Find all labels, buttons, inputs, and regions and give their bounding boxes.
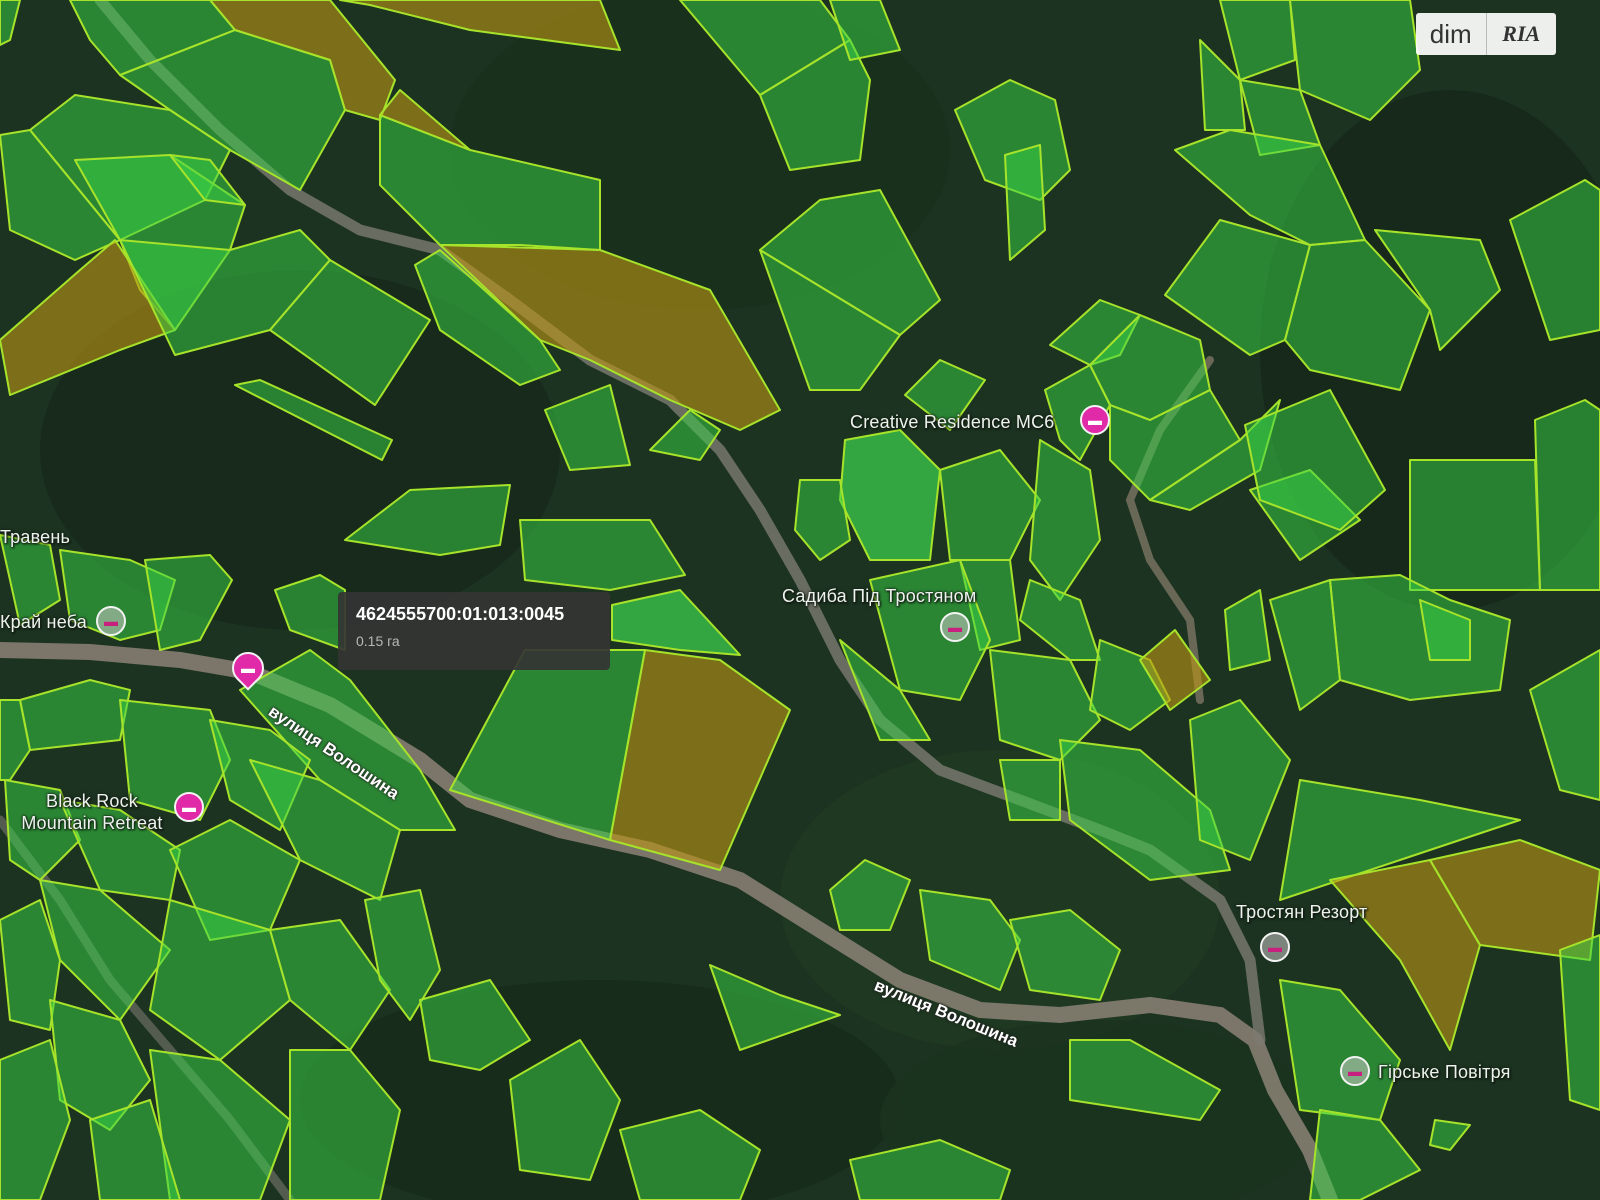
logo-ria-text: RIA bbox=[1502, 21, 1541, 46]
hotel-pin-krai-neba[interactable]: ▬ bbox=[96, 606, 126, 636]
dim-ria-logo: dim RIA bbox=[1416, 13, 1556, 55]
logo-dim-text: dim bbox=[1416, 13, 1487, 55]
parcel[interactable] bbox=[839, 429, 941, 561]
parcel[interactable] bbox=[0, 0, 21, 46]
place-label-travnen: Травень bbox=[0, 527, 71, 547]
parcel[interactable] bbox=[1004, 144, 1046, 261]
hotel-bed-icon: ▬ bbox=[1088, 412, 1102, 428]
parcel[interactable] bbox=[1309, 1109, 1421, 1200]
parcel[interactable] bbox=[144, 554, 233, 651]
parcel[interactable] bbox=[1279, 979, 1401, 1121]
hotel-pin-creative-residence[interactable]: ▬ bbox=[1080, 405, 1110, 435]
parcel[interactable] bbox=[1409, 459, 1541, 591]
parcel[interactable] bbox=[1219, 0, 1296, 81]
hotel-bed-icon: ▬ bbox=[104, 613, 118, 629]
hotel-bed-icon: ▬ bbox=[948, 619, 962, 635]
parcel[interactable] bbox=[1174, 129, 1366, 246]
parcel[interactable] bbox=[1559, 934, 1600, 1111]
parcel[interactable] bbox=[419, 979, 531, 1071]
parcel[interactable] bbox=[1529, 649, 1600, 801]
parcel[interactable] bbox=[1509, 179, 1600, 341]
parcel[interactable] bbox=[919, 889, 1021, 991]
parcel[interactable] bbox=[1189, 699, 1291, 861]
hotel-pin-hirske-povitria[interactable]: ▬ bbox=[1340, 1056, 1370, 1086]
parcel[interactable] bbox=[1069, 1039, 1221, 1121]
parcel[interactable] bbox=[339, 0, 621, 51]
parcel[interactable] bbox=[39, 879, 171, 1021]
parcel[interactable] bbox=[829, 859, 911, 931]
hotel-bed-icon: ▬ bbox=[241, 660, 255, 676]
hotel-pin-trostian-resort[interactable]: ▬ bbox=[1260, 932, 1290, 962]
parcel[interactable] bbox=[289, 1049, 401, 1200]
place-label-krai-neba: Край неба bbox=[0, 612, 88, 632]
parcel[interactable] bbox=[1009, 909, 1121, 1001]
parcel[interactable] bbox=[1429, 1119, 1471, 1151]
parcel[interactable] bbox=[619, 1109, 761, 1200]
place-label-sadyba: Садиба Під Тростяном bbox=[782, 586, 977, 606]
parcel[interactable] bbox=[794, 479, 851, 561]
hotel-bed-icon: ▬ bbox=[182, 799, 196, 815]
parcel-tooltip: 4624555700:01:013:0045 0.15 га bbox=[338, 592, 610, 670]
parcel[interactable] bbox=[19, 679, 131, 751]
place-label-creative-residence: Creative Residence MC6 bbox=[850, 412, 1055, 432]
hotel-bed-icon: ▬ bbox=[1348, 1063, 1362, 1079]
parcel[interactable] bbox=[1289, 0, 1421, 121]
parcel[interactable] bbox=[939, 449, 1041, 561]
parcel[interactable] bbox=[274, 574, 346, 651]
black-rock-text: Black Rock Mountain Retreat bbox=[21, 791, 163, 833]
parcel[interactable] bbox=[709, 964, 841, 1051]
parcel[interactable] bbox=[611, 589, 741, 656]
parcel[interactable] bbox=[1329, 574, 1511, 701]
cadastral-number: 4624555700:01:013:0045 bbox=[356, 604, 565, 624]
parcel[interactable] bbox=[1534, 399, 1600, 591]
hotel-pin-sadyba[interactable]: ▬ bbox=[940, 612, 970, 642]
parcel[interactable] bbox=[849, 1139, 1011, 1200]
parcel[interactable] bbox=[1029, 439, 1101, 601]
map-view[interactable]: Травень Край неба ▬ ▬ Black Rock Mountai… bbox=[0, 0, 1600, 1200]
parcel[interactable] bbox=[509, 1039, 621, 1181]
place-label-trostian-resort: Тростян Резорт bbox=[1236, 902, 1368, 922]
hotel-bed-icon: ▬ bbox=[1268, 939, 1282, 955]
parcel[interactable] bbox=[1224, 589, 1271, 671]
hotel-pin-black-rock[interactable]: ▬ bbox=[174, 792, 204, 822]
parcel[interactable] bbox=[379, 114, 601, 251]
parcel-area: 0.15 га bbox=[356, 633, 400, 649]
parcel[interactable] bbox=[1019, 579, 1101, 661]
parcel[interactable] bbox=[1269, 579, 1341, 711]
place-label-black-rock: Black Rock Mountain Retreat bbox=[12, 790, 172, 834]
parcel[interactable] bbox=[999, 759, 1061, 821]
parcel[interactable] bbox=[344, 484, 511, 556]
place-label-hirske-povitria: Гірське Повітря bbox=[1378, 1062, 1511, 1082]
parcel[interactable] bbox=[519, 519, 686, 591]
parcel[interactable] bbox=[449, 649, 646, 841]
parcel[interactable] bbox=[544, 384, 631, 471]
